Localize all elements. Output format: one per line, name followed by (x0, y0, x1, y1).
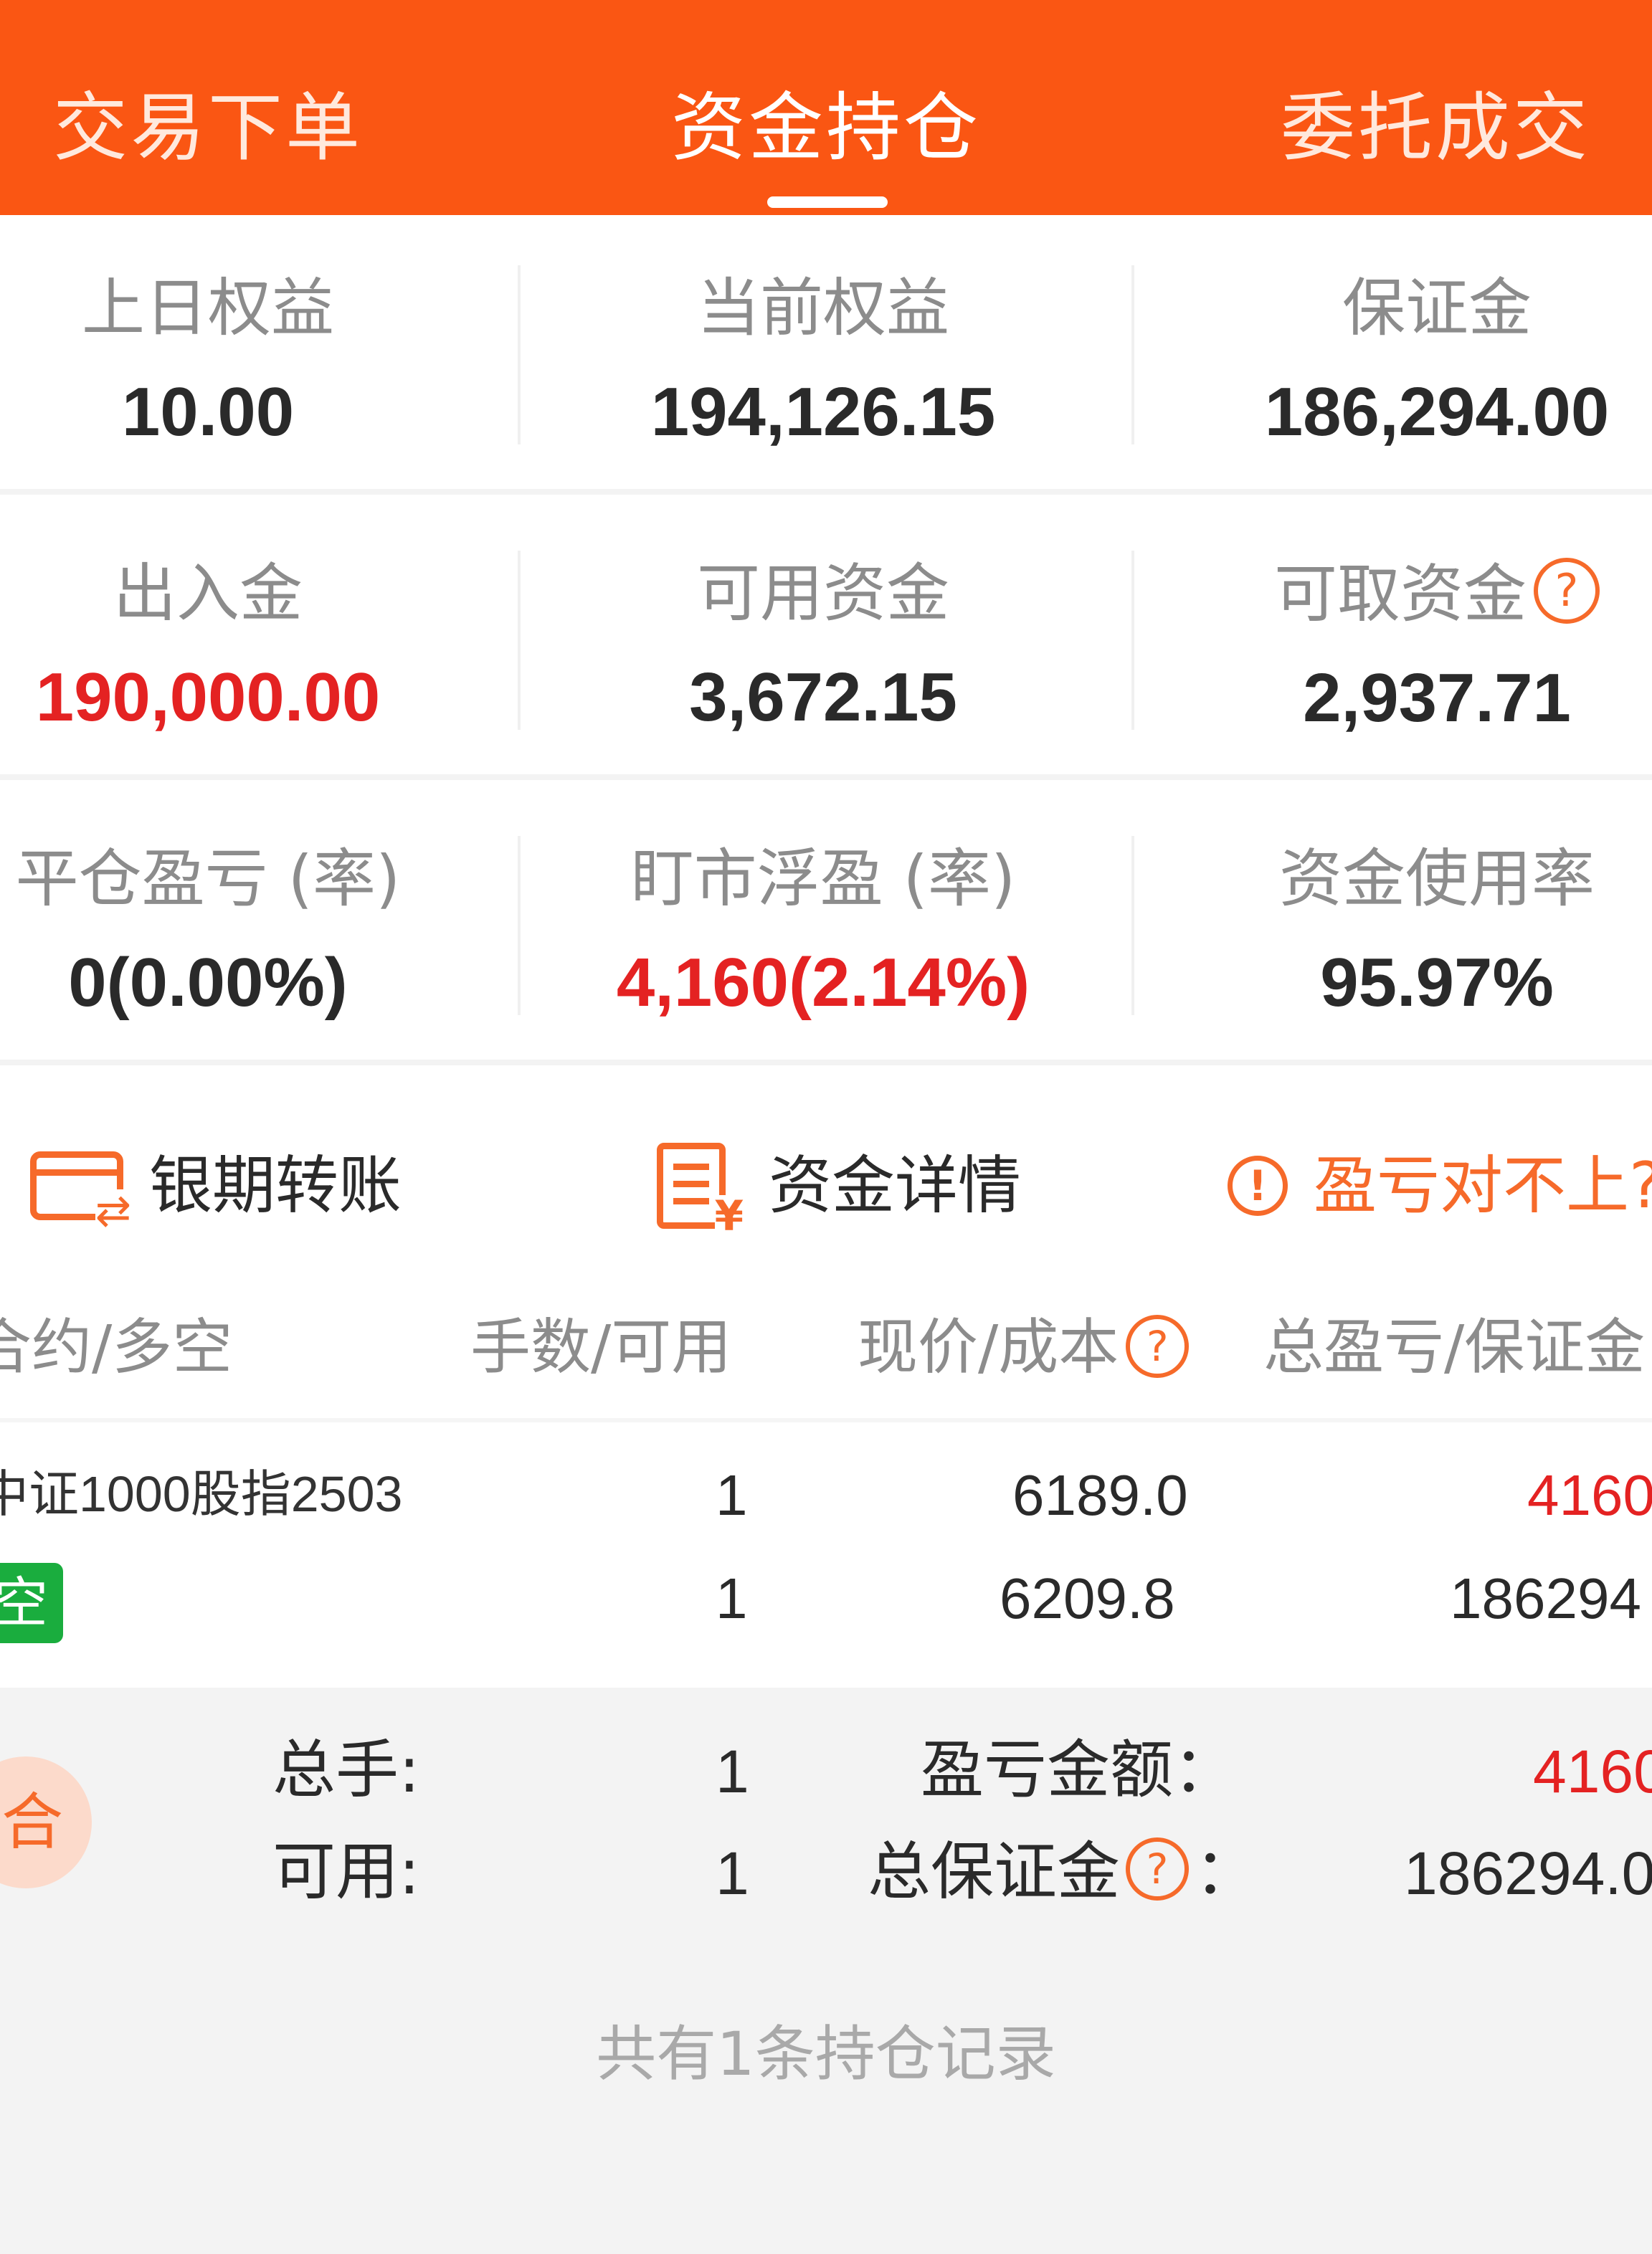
divider (0, 774, 1652, 780)
metric-label: 保证金 (1342, 271, 1532, 345)
metric-label: 盯市浮盈 (率) (630, 842, 1016, 916)
metric-fund-usage: 资金使用率 95.97% (1150, 843, 1652, 1022)
divider (1131, 551, 1134, 730)
account-summary: 上日权益 10.00 当前权益 194,126.15 保证金 186,294.0… (0, 215, 1652, 1071)
cost-price: 6209.8 (1000, 1566, 1175, 1630)
active-tab-indicator (767, 196, 888, 208)
tab-funds-positions[interactable]: 资金持仓 (575, 85, 1077, 171)
metric-label: 当前权益 (696, 271, 949, 345)
column-header-price: 现价/成本? (858, 1308, 1190, 1387)
fund-details-button[interactable]: 资金详情 (657, 1143, 1022, 1237)
metric-label: 可用资金 (696, 556, 949, 630)
divider (518, 836, 521, 1015)
metric-value: 4,160(2.14%) (616, 944, 1030, 1021)
help-icon[interactable]: ? (1126, 1837, 1190, 1901)
metric-value: 3,672.15 (689, 659, 957, 736)
bank-card-transfer-icon (30, 1151, 131, 1232)
pnl-amount-value: 4160 (1533, 1738, 1652, 1805)
action-label: 银期转账 (149, 1149, 402, 1222)
column-header-price-text: 现价/成本 (858, 1312, 1119, 1382)
metric-label: 平仓盈亏 (率) (15, 842, 401, 916)
column-header-lots: 手数/可用 (470, 1312, 732, 1382)
total-lots-value: 1 (716, 1738, 749, 1805)
metric-value: 190,000.00 (35, 659, 381, 736)
metric-row: 出入金 190,000.00 可用资金 3,672.15 可取资金? 2,937… (0, 500, 1652, 780)
total-margin-colon: ： (1195, 1835, 1258, 1908)
column-header-pnl-margin: 总盈亏/保证金 (1263, 1312, 1646, 1382)
position-margin: 186294 (1450, 1566, 1641, 1630)
bank-transfer-button[interactable]: 银期转账 (30, 1143, 402, 1232)
metric-value: 2,937.71 (1303, 660, 1571, 736)
metric-withdrawable-funds: 可取资金? 2,937.71 (1150, 558, 1652, 738)
metric-label: 资金使用率 (1278, 842, 1595, 916)
sum-badge: 合 (0, 1756, 92, 1888)
positions-screen: 交易下单 资金持仓 委托成交 上日权益 10.00 当前权益 194,126.1… (0, 0, 1652, 2254)
metric-row: 上日权益 10.00 当前权益 194,126.15 保证金 186,294.0… (0, 215, 1652, 495)
total-margin-label-text: 总保证金 (868, 1835, 1121, 1908)
divider (1131, 265, 1134, 444)
tab-bar: 交易下单 资金持仓 委托成交 (0, 0, 1652, 215)
current-price: 6189.0 (1012, 1463, 1188, 1527)
metric-value: 186,294.00 (1264, 374, 1610, 450)
available-lots-value: 1 (716, 1566, 748, 1630)
warning-circle-icon: ! (1228, 1156, 1288, 1216)
table-row[interactable]: 中证1000股指2503 空 1 1 6189.0 6209.8 4160 18… (0, 1422, 1652, 1688)
divider (1131, 836, 1134, 1015)
total-margin-value: 186294.0 (1404, 1840, 1652, 1907)
pnl-amount-label: 盈亏金额： (921, 1733, 1237, 1807)
action-label: 资金详情 (769, 1149, 1022, 1222)
tab-orders-fills[interactable]: 委托成交 (1185, 85, 1652, 171)
metric-value: 194,126.15 (650, 374, 996, 450)
positions-table-header: 合约/多空 手数/可用 现价/成本? 总盈亏/保证金 (0, 1279, 1652, 1422)
metric-available-funds: 可用资金 3,672.15 (536, 558, 1110, 737)
short-direction-badge: 空 (0, 1563, 63, 1643)
total-pnl: 4160 (1527, 1463, 1652, 1527)
divider (518, 551, 521, 730)
metric-closed-pnl: 平仓盈亏 (率) 0(0.00%) (0, 843, 495, 1022)
metric-label-text: 可取资金 (1273, 557, 1527, 631)
available-value: 1 (716, 1840, 749, 1907)
available-label: 可用: (272, 1835, 420, 1908)
metric-value: 95.97% (1320, 944, 1554, 1021)
help-icon[interactable]: ? (1126, 1315, 1190, 1378)
metric-current-equity: 当前权益 194,126.15 (536, 272, 1110, 452)
totals-panel: 合 总手: 1 可用: 1 盈亏金额： 4160 总保证金?： 186294.0 (0, 1688, 1652, 1960)
yuan-document-icon (657, 1143, 744, 1237)
metric-deposit-withdraw: 出入金 190,000.00 (0, 558, 495, 737)
metric-row: 平仓盈亏 (率) 0(0.00%) 盯市浮盈 (率) 4,160(2.14%) … (0, 786, 1652, 1065)
metric-value: 10.00 (121, 374, 295, 450)
position-count-note: 共有1条持仓记录 (596, 2019, 1056, 2089)
metric-prev-equity: 上日权益 10.00 (0, 272, 495, 452)
tab-trade-order[interactable]: 交易下单 (0, 85, 459, 171)
lots-value: 1 (716, 1463, 748, 1527)
column-header-contract: 合约/多空 (0, 1312, 233, 1382)
action-label: 盈亏对不上? (1314, 1149, 1652, 1222)
metric-label: 可取资金? (1150, 558, 1652, 630)
help-icon[interactable]: ? (1534, 558, 1600, 624)
metric-label: 上日权益 (81, 271, 334, 345)
divider (0, 1060, 1652, 1065)
divider (518, 265, 521, 444)
divider (0, 489, 1652, 495)
total-lots-label: 总手: (272, 1733, 420, 1807)
metric-value: 0(0.00%) (68, 944, 348, 1021)
action-bar: 银期转账 资金详情 ! 盈亏对不上? (0, 1071, 1652, 1279)
contract-name: 中证1000股指2503 (0, 1466, 403, 1522)
pnl-mismatch-link[interactable]: ! 盈亏对不上? (1228, 1143, 1652, 1229)
metric-label: 出入金 (113, 556, 303, 630)
metric-margin: 保证金 186,294.00 (1150, 272, 1652, 452)
total-margin-label: 总保证金?： (868, 1832, 1258, 1911)
metric-floating-pnl: 盯市浮盈 (率) 4,160(2.14%) (536, 843, 1110, 1022)
